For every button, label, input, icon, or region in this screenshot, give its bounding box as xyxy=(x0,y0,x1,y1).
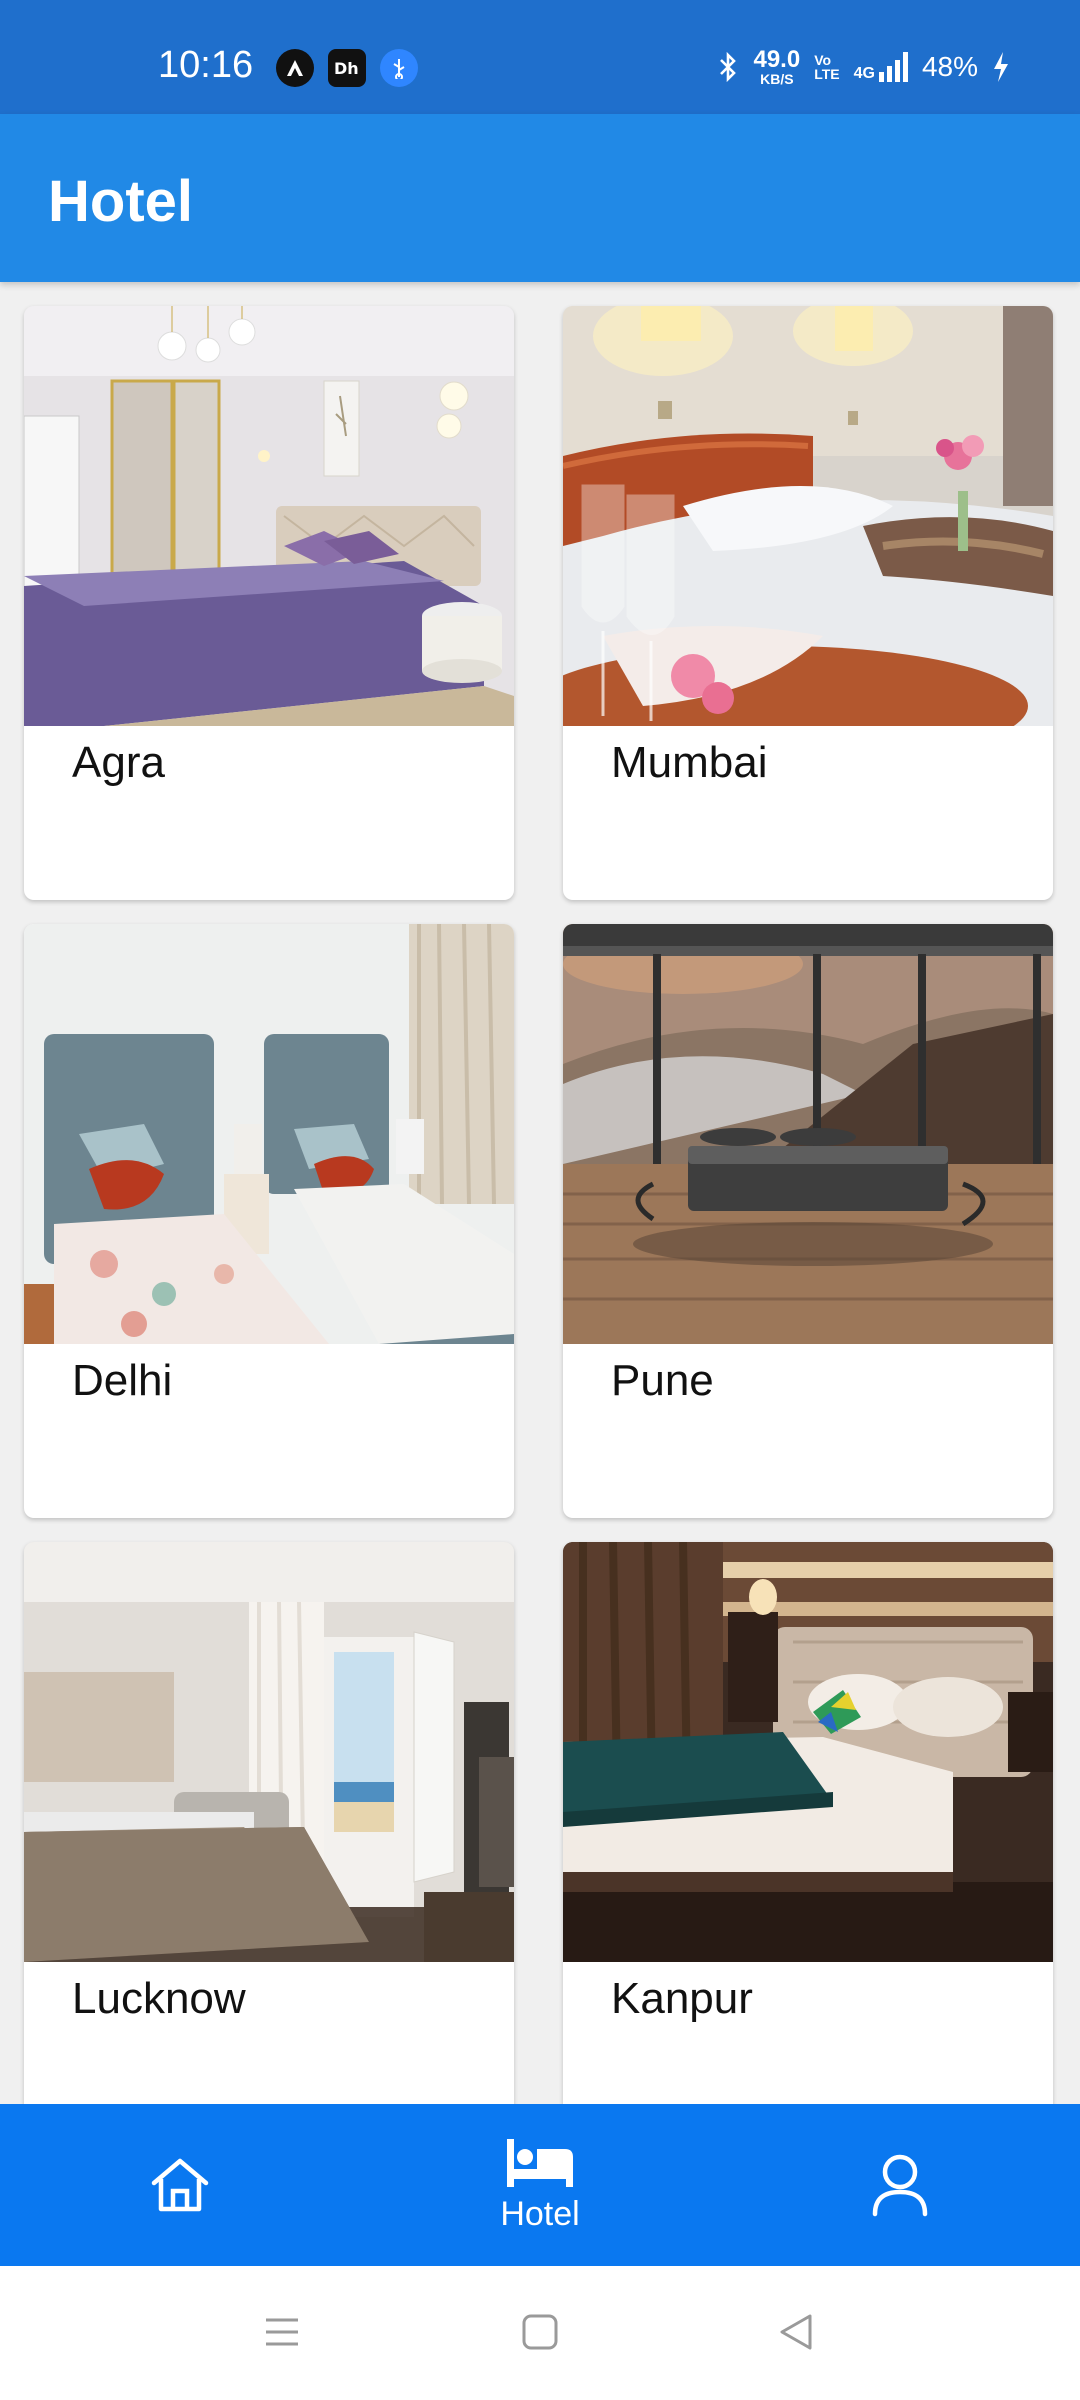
menu-icon[interactable] xyxy=(262,2312,302,2352)
city-name: Mumbai xyxy=(611,738,768,787)
hotel-grid: Agra Mumbai Delhi Pune Lucknow Kanpur xyxy=(0,282,1080,2104)
city-name: Agra xyxy=(72,738,165,787)
nav-profile[interactable] xyxy=(720,2104,1080,2266)
status-indicators: 49.0 KB/S Vo LTE 4G 48% xyxy=(717,48,1010,86)
nav-hotel[interactable]: Hotel xyxy=(360,2104,720,2266)
network-type: 4G xyxy=(853,65,875,82)
signal-bars-icon xyxy=(878,52,908,82)
bottom-navigation: Hotel xyxy=(0,2104,1080,2266)
network-speed-value: 49.0 xyxy=(753,46,801,73)
back-icon[interactable] xyxy=(776,2312,816,2352)
usb-icon xyxy=(380,49,418,87)
network-speed: 49.0 KB/S xyxy=(753,46,801,87)
home-button-icon[interactable] xyxy=(520,2312,560,2352)
network-speed-unit: KB/S xyxy=(760,71,794,87)
arrow-up-icon xyxy=(276,49,314,87)
cell-signal: 4G xyxy=(854,52,908,82)
hotel-image xyxy=(563,924,1053,1344)
system-navigation-bar xyxy=(0,2266,1080,2400)
volte-indicator: Vo LTE xyxy=(814,53,839,81)
nav-home[interactable] xyxy=(0,2104,360,2266)
city-name: Delhi xyxy=(72,1356,173,1405)
app-bar: Hotel xyxy=(0,114,1080,282)
bluetooth-icon xyxy=(720,51,737,83)
person-icon xyxy=(872,2154,928,2217)
hotel-card-mumbai[interactable]: Mumbai xyxy=(563,306,1053,900)
dh-app-icon: Dh xyxy=(328,49,366,87)
volte-bottom: LTE xyxy=(814,66,840,82)
hotel-image xyxy=(24,924,514,1344)
hotel-card-agra[interactable]: Agra xyxy=(24,306,514,900)
hotel-card-pune[interactable]: Pune xyxy=(563,924,1053,1518)
battery-percent: 48% xyxy=(921,51,978,82)
status-app-icons: Dh xyxy=(276,49,418,87)
city-name: Kanpur xyxy=(611,1974,753,2023)
hotel-card-lucknow[interactable]: Lucknow xyxy=(24,1542,514,2104)
charging-icon xyxy=(994,52,1008,82)
nav-hotel-label: Hotel xyxy=(500,2194,580,2233)
city-name: Lucknow xyxy=(72,1974,246,2023)
svg-text:Dh: Dh xyxy=(334,59,359,78)
status-time: 10:16 xyxy=(158,44,254,86)
hotel-image xyxy=(24,1542,514,1962)
hotel-image xyxy=(563,306,1053,726)
hotel-card-kanpur[interactable]: Kanpur xyxy=(563,1542,1053,2104)
status-bar: 10:16 Dh 49.0 KB/S Vo LTE 4G 48% xyxy=(0,0,1080,114)
hotel-image xyxy=(563,1542,1053,1962)
bed-icon xyxy=(507,2138,573,2187)
hotel-card-delhi[interactable]: Delhi xyxy=(24,924,514,1518)
hotel-image xyxy=(24,306,514,726)
volte-top: Vo xyxy=(814,52,832,68)
page-title: Hotel xyxy=(48,169,193,234)
home-icon xyxy=(151,2158,209,2212)
city-name: Pune xyxy=(611,1356,714,1405)
